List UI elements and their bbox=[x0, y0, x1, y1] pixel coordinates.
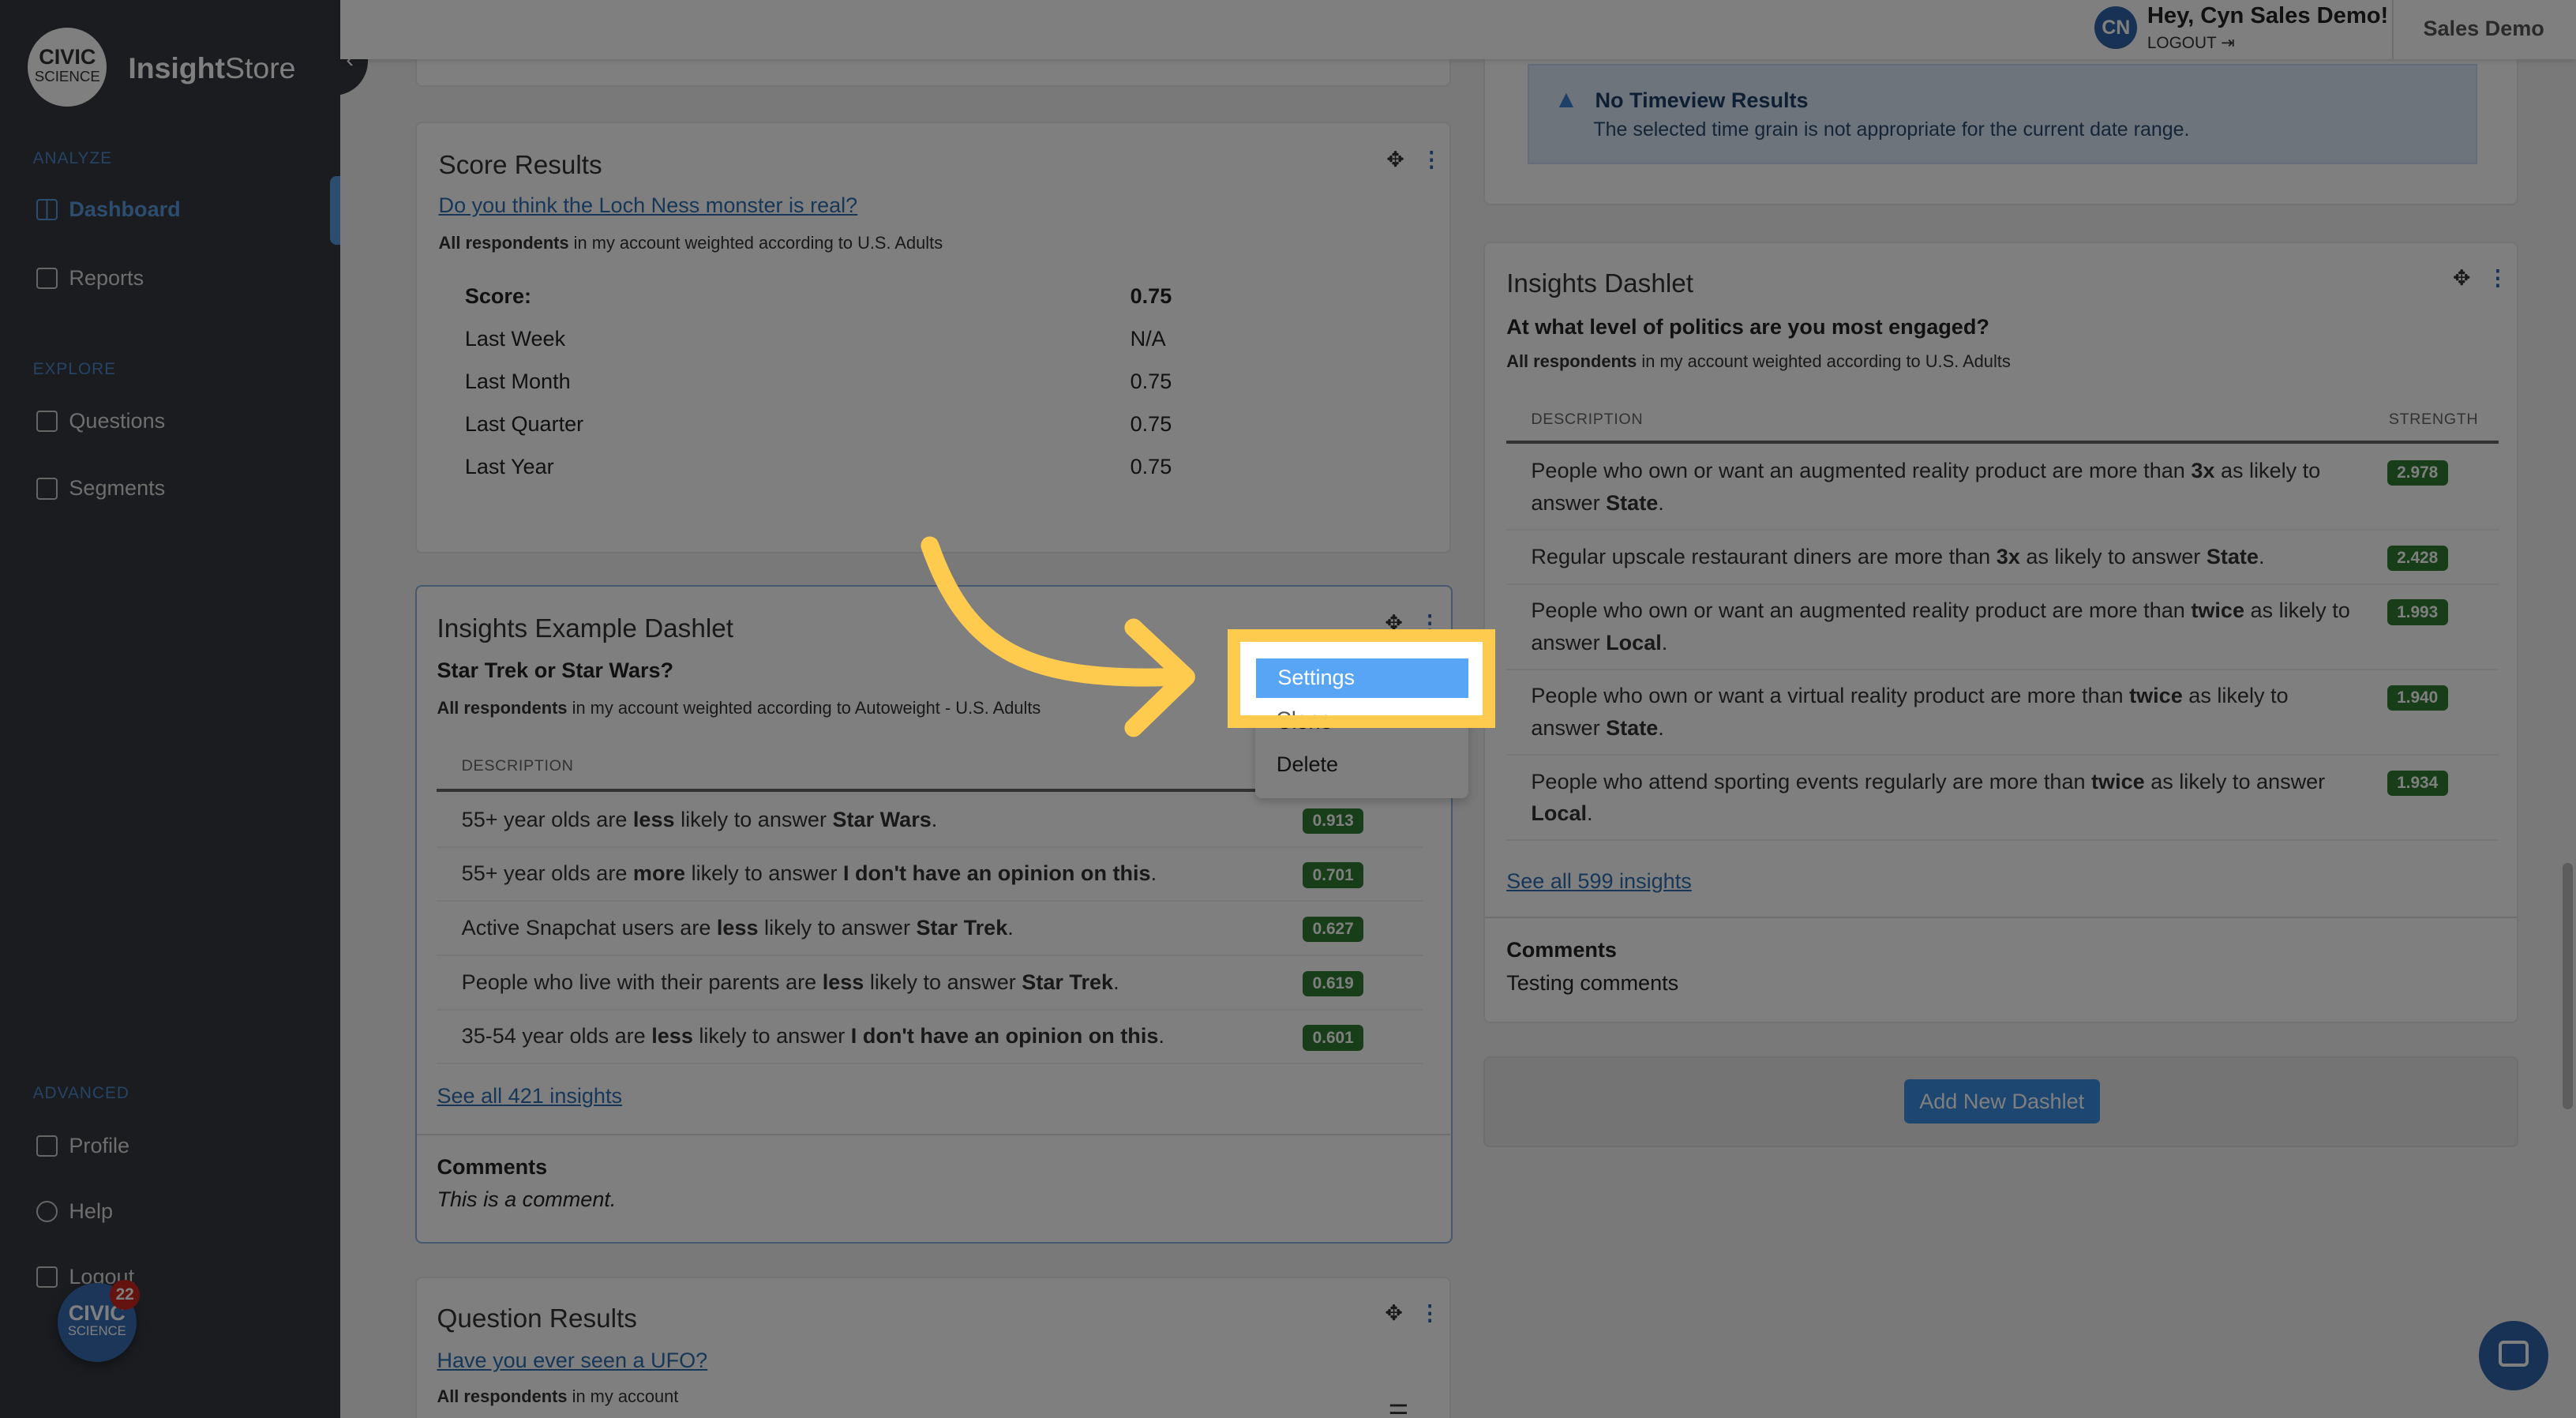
app-root: CIVICSCIENCE InsightStore ANALYZE Dashbo… bbox=[0, 0, 2576, 1418]
tutorial-arrow-icon bbox=[921, 536, 1195, 737]
